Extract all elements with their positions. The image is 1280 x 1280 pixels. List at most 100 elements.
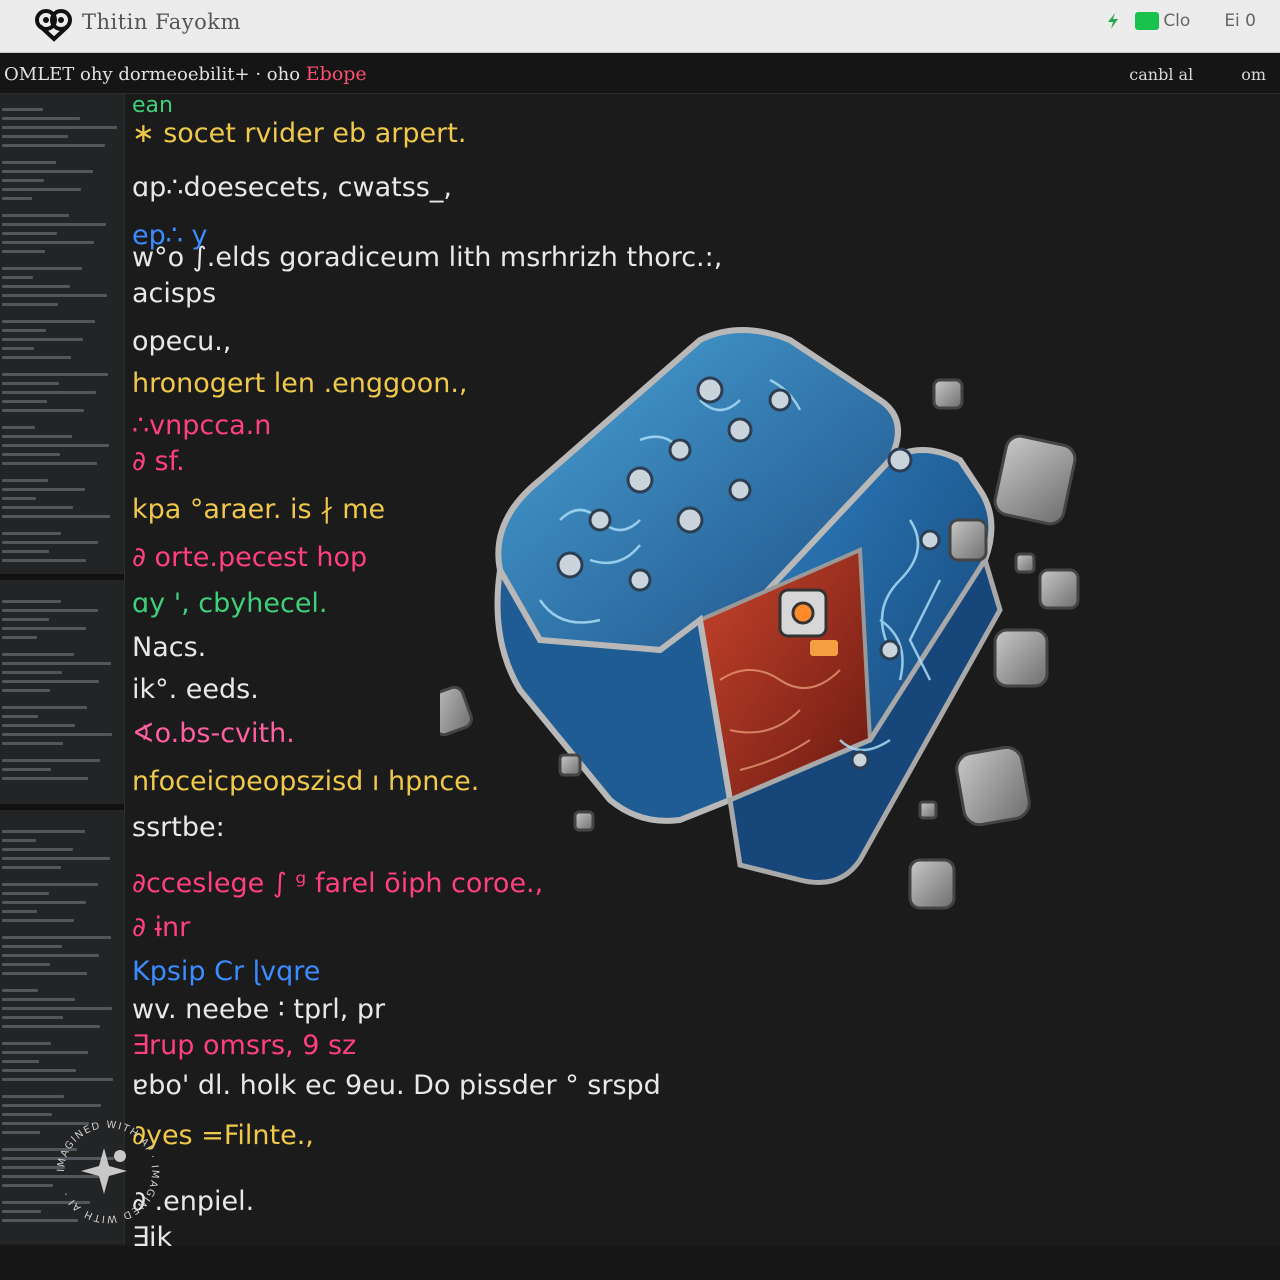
sidebar-item[interactable]: [2, 910, 37, 913]
sidebar-item[interactable]: [2, 320, 95, 323]
sidebar-item[interactable]: [2, 117, 80, 120]
window-controls[interactable]: Ei 0: [1224, 11, 1256, 31]
sidebar-item[interactable]: [2, 329, 46, 332]
sidebar-item[interactable]: [2, 1131, 40, 1134]
sidebar-item[interactable]: [2, 671, 62, 674]
sidebar-item[interactable]: [2, 294, 107, 297]
sidebar-item[interactable]: [2, 689, 50, 692]
sidebar-item[interactable]: [2, 356, 71, 359]
sidebar-item[interactable]: [2, 267, 82, 270]
sidebar-item[interactable]: [2, 1095, 64, 1098]
sidebar-item[interactable]: [2, 382, 59, 385]
sidebar-item[interactable]: [2, 241, 94, 244]
sidebar-item[interactable]: [2, 866, 61, 869]
code-line[interactable]: ∃rup omsrs, 9 sz: [132, 1030, 356, 1062]
sidebar-item[interactable]: [2, 919, 74, 922]
sidebar-item[interactable]: [2, 179, 44, 182]
sidebar-item[interactable]: [2, 197, 32, 200]
sidebar-item[interactable]: [2, 830, 85, 833]
sidebar-item[interactable]: [2, 936, 111, 939]
sidebar-item[interactable]: [2, 1113, 52, 1116]
sidebar-item[interactable]: [2, 426, 35, 429]
sidebar-item[interactable]: [2, 653, 74, 656]
sidebar-item[interactable]: [2, 1184, 53, 1187]
code-line[interactable]: ɑy ', cbyhecel.: [132, 588, 328, 620]
code-line[interactable]: ∂ ɨnr: [132, 912, 190, 944]
sidebar-item[interactable]: [2, 759, 100, 762]
sidebar-item[interactable]: [2, 1069, 76, 1072]
status-indicator[interactable]: Clo: [1135, 11, 1190, 31]
sidebar-item[interactable]: [2, 232, 57, 235]
sidebar-item[interactable]: [2, 373, 108, 376]
sidebar-item[interactable]: [2, 733, 112, 736]
sidebar-item[interactable]: [2, 627, 86, 630]
code-line[interactable]: opecu.,: [132, 326, 231, 358]
sidebar-item[interactable]: [2, 724, 75, 727]
sidebar-item[interactable]: [2, 144, 105, 147]
sidebar-item[interactable]: [2, 945, 62, 948]
sidebar-item[interactable]: [2, 250, 45, 253]
sidebar-item[interactable]: [2, 1210, 41, 1213]
sidebar-item[interactable]: [2, 768, 51, 771]
code-line[interactable]: ∴vnpcca.n: [132, 410, 271, 442]
sidebar-item[interactable]: [2, 303, 58, 306]
code-line[interactable]: ɐbo' dl. holk ec 9eu. Do pissder ° srspd: [132, 1070, 661, 1102]
code-line[interactable]: aᴄisps: [132, 278, 216, 310]
sidebar-item[interactable]: [2, 497, 36, 500]
sidebar-item[interactable]: [2, 338, 83, 341]
code-line[interactable]: ɑp∴doesecets, cwatss_,: [132, 172, 452, 204]
sidebar-item[interactable]: [2, 662, 111, 665]
sidebar-item[interactable]: [2, 1007, 112, 1010]
sidebar-item[interactable]: [2, 777, 88, 780]
sidebar-item[interactable]: [2, 126, 117, 129]
code-line[interactable]: w°o ∫.elds gorаdiᴄeum lith msrhrizh thor…: [132, 242, 722, 274]
sidebar-item[interactable]: [2, 715, 38, 718]
sidebar-item[interactable]: [2, 989, 38, 992]
code-line[interactable]: ik°. eeds.: [132, 674, 259, 706]
sidebar-item[interactable]: [2, 515, 110, 518]
sidebar-item[interactable]: [2, 1016, 63, 1019]
code-line[interactable]: ∂ orte.pecest hop: [132, 542, 367, 574]
code-line[interactable]: wv. neebe ∶ tprl, pr: [132, 994, 385, 1026]
sidebar-item[interactable]: [2, 170, 93, 173]
sidebar-item[interactable]: [2, 857, 110, 860]
sidebar-item[interactable]: [2, 839, 36, 842]
sidebar-item[interactable]: [2, 1025, 100, 1028]
sidebar-item[interactable]: [2, 276, 33, 279]
sidebar-item[interactable]: [2, 223, 106, 226]
sidebar-item[interactable]: [2, 892, 49, 895]
sidebar-item[interactable]: [2, 479, 48, 482]
code-line[interactable]: ∗ socet rvider eb arpert.: [132, 118, 466, 150]
header-action-menu[interactable]: om: [1241, 65, 1266, 84]
sidebar-item[interactable]: [2, 391, 96, 394]
sidebar-item[interactable]: [2, 636, 37, 639]
sidebar-item[interactable]: [2, 135, 68, 138]
sidebar-item[interactable]: [2, 214, 69, 217]
sidebar-item[interactable]: [2, 506, 73, 509]
sidebar-item[interactable]: [2, 462, 97, 465]
sidebar-item[interactable]: [2, 848, 73, 851]
sidebar-item[interactable]: [2, 188, 81, 191]
sidebar-item[interactable]: [2, 550, 49, 553]
code-line[interactable]: ∢o.bs-cvith.: [132, 718, 295, 750]
sidebar-item[interactable]: [2, 972, 87, 975]
code-line[interactable]: nfoceicpeopszisd ı hpnce.: [132, 766, 479, 798]
code-line[interactable]: ∂ sf.: [132, 446, 185, 478]
header-action-cancel[interactable]: canbl al: [1129, 65, 1193, 84]
sidebar-item[interactable]: [2, 1051, 88, 1054]
sidebar-item[interactable]: [2, 435, 72, 438]
sidebar-item[interactable]: [2, 285, 70, 288]
sidebar-item[interactable]: [2, 1104, 101, 1107]
sidebar-item[interactable]: [2, 444, 109, 447]
code-line[interactable]: kpa °araer. is ∤ me: [132, 494, 385, 526]
code-line[interactable]: hronogert len .enggoon.,: [132, 368, 468, 400]
bolt-icon[interactable]: [1105, 12, 1121, 30]
sidebar-item[interactable]: [2, 409, 84, 412]
file-explorer-sidebar[interactable]: [0, 94, 125, 1244]
sidebar-item[interactable]: [2, 1060, 39, 1063]
code-line[interactable]: Kpsip Cr ɭvqre: [132, 956, 320, 988]
sidebar-item[interactable]: [2, 1078, 113, 1081]
sidebar-item[interactable]: [2, 541, 98, 544]
sidebar-item[interactable]: [2, 1042, 51, 1045]
sidebar-item[interactable]: [2, 108, 43, 111]
